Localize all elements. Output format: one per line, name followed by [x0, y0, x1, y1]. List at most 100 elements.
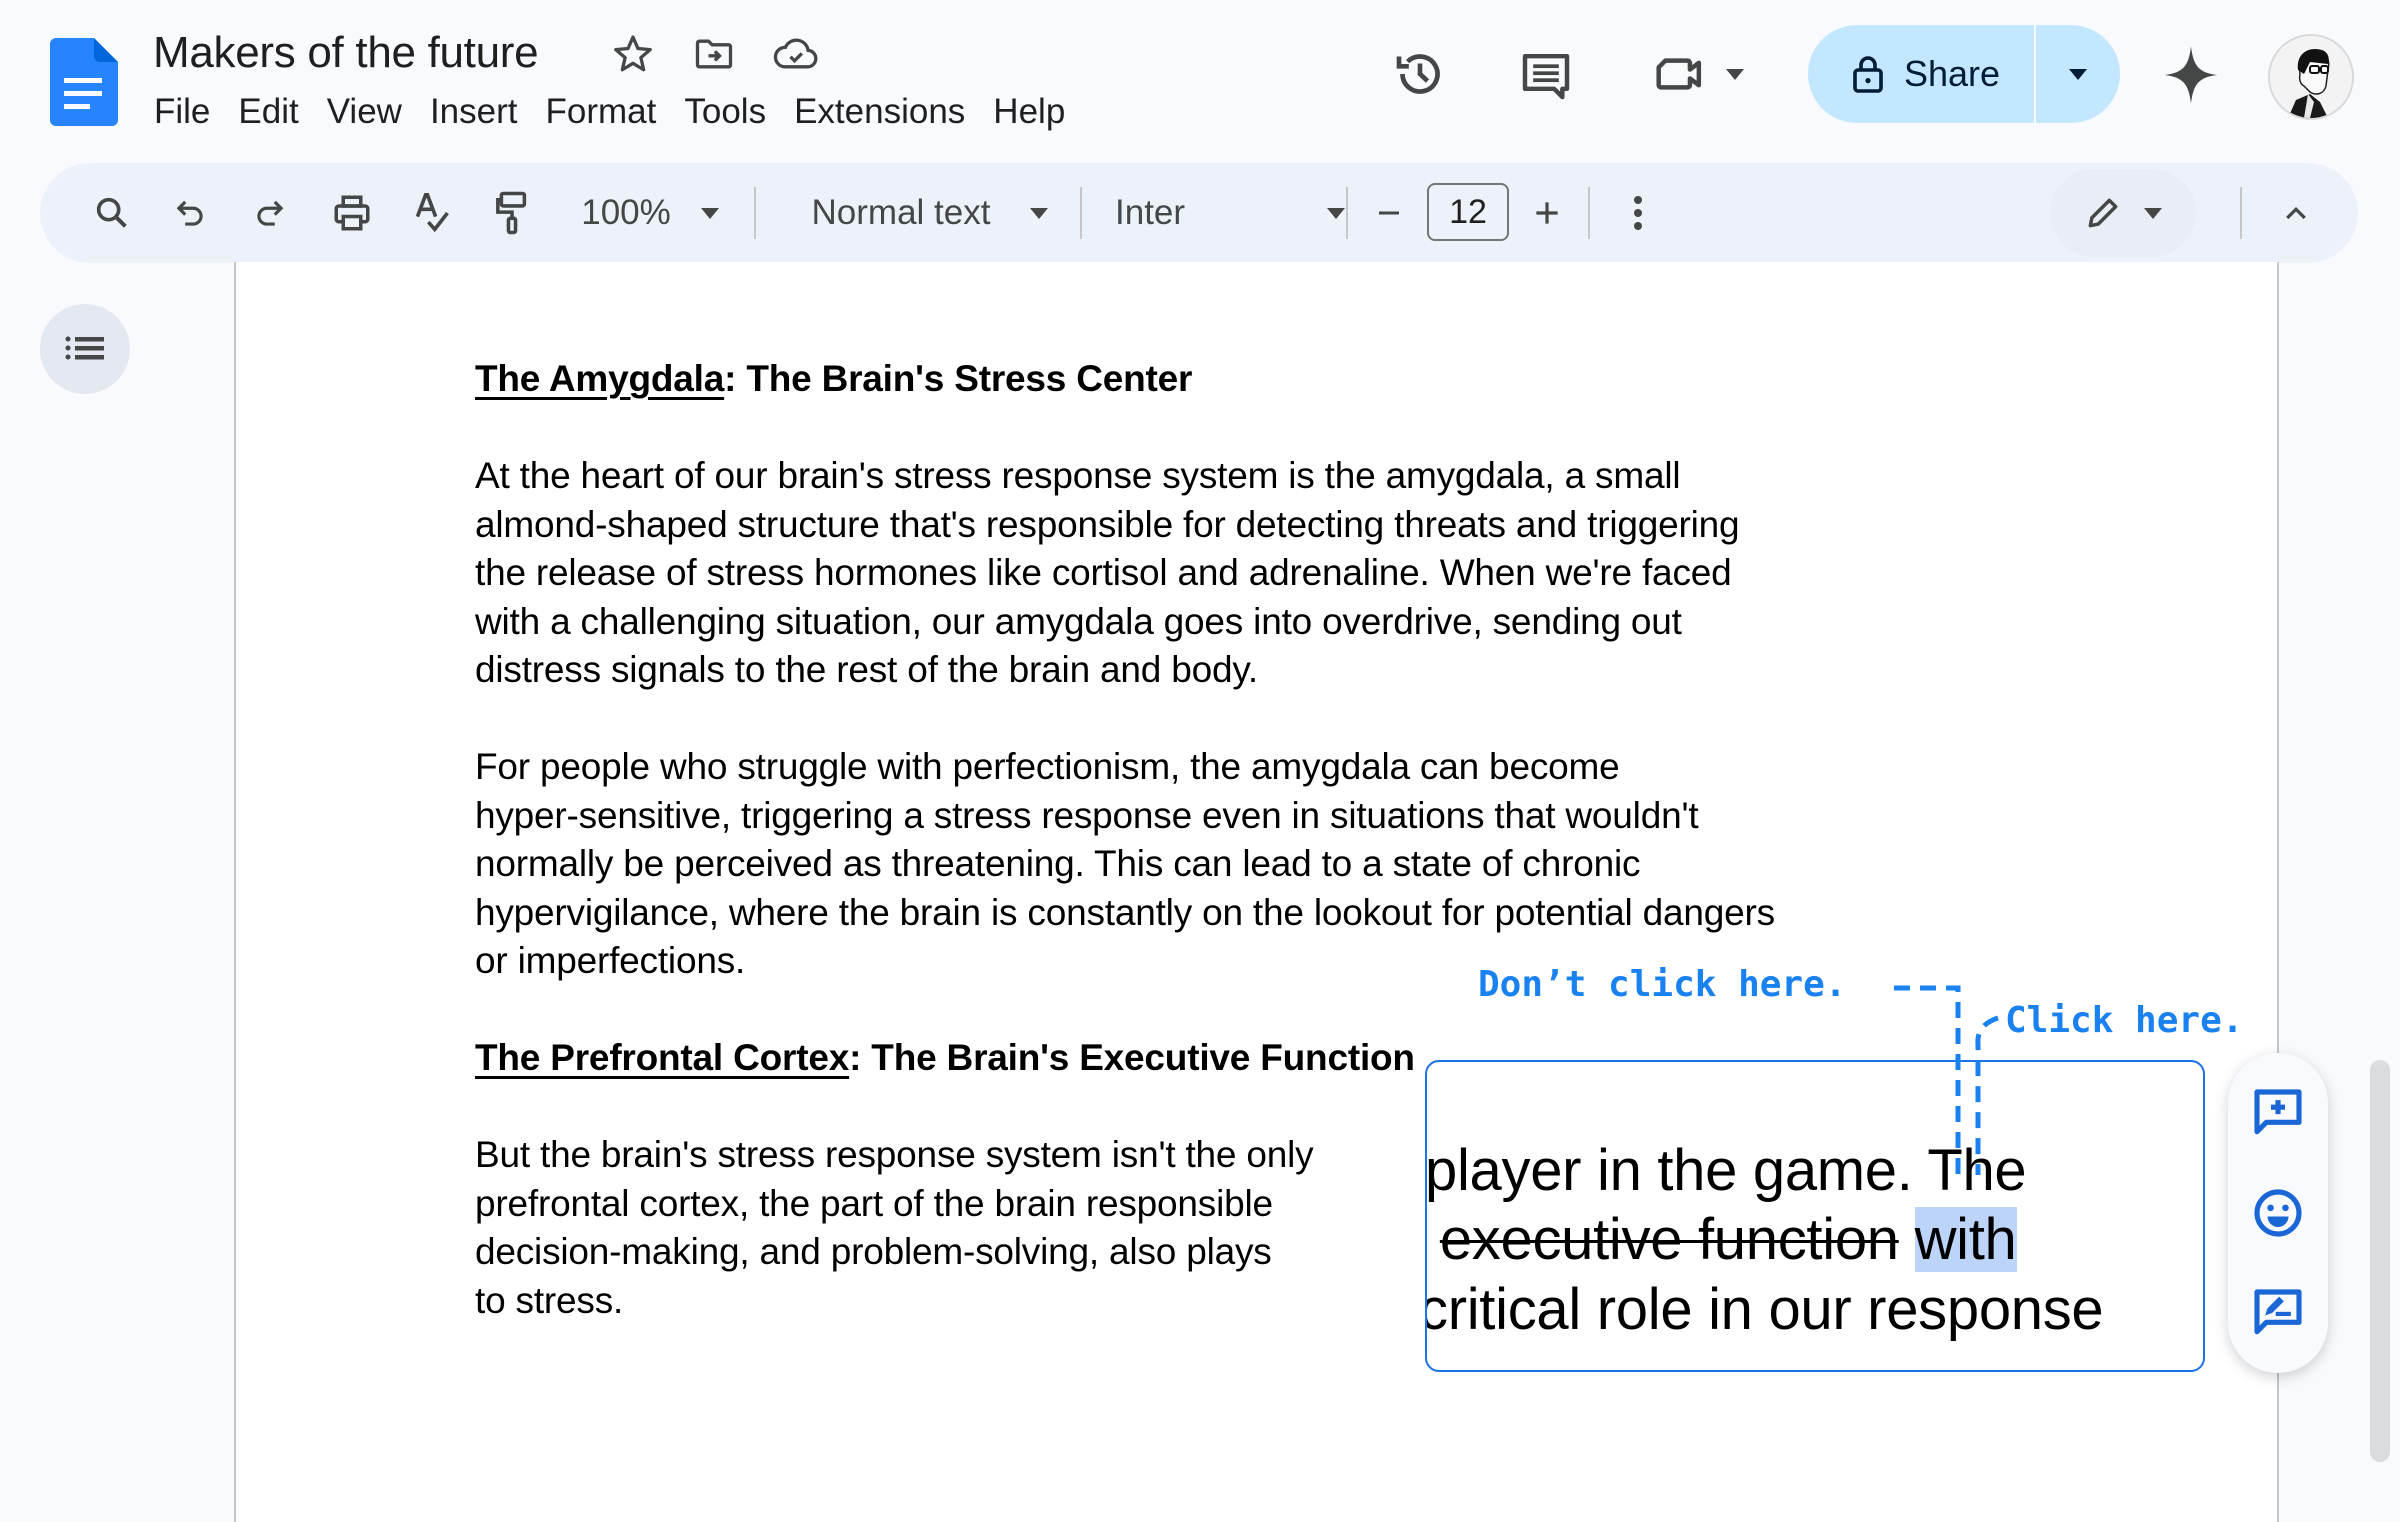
menu-bar: File Edit View Insert Format Tools Exten… — [140, 88, 1079, 136]
meet-button[interactable] — [1652, 46, 1744, 102]
paint-format-button[interactable] — [482, 163, 542, 263]
share-label: Share — [1904, 53, 2001, 94]
undo-button[interactable] — [162, 163, 218, 263]
more-options-button[interactable] — [1618, 163, 1658, 263]
text-line: distress signals to the rest of the brai… — [475, 649, 1259, 690]
increase-font-size-button[interactable] — [1524, 163, 1570, 263]
share-options-button[interactable] — [2036, 25, 2120, 123]
emoji-reaction-icon — [2254, 1189, 2302, 1237]
suggest-edits-button[interactable] — [2250, 1285, 2306, 1341]
cloud-saved-icon[interactable] — [772, 32, 818, 76]
paragraph-style-select[interactable]: Normal text — [770, 163, 1090, 263]
menu-file[interactable]: File — [140, 88, 224, 136]
menu-format[interactable]: Format — [532, 88, 671, 136]
add-emoji-reaction-button[interactable] — [2250, 1185, 2306, 1241]
menu-tools[interactable]: Tools — [670, 88, 780, 136]
menu-extensions[interactable]: Extensions — [780, 88, 979, 136]
spellcheck-icon — [415, 193, 449, 233]
toolbar-divider — [1346, 187, 1348, 239]
strikethrough-text: executive function — [1439, 1207, 1899, 1272]
paragraph-1: At the heart of our brain's stress respo… — [475, 452, 1740, 695]
hide-menus-button[interactable] — [2266, 163, 2326, 263]
redo-icon — [257, 200, 284, 226]
text-fragment: r — [1427, 1207, 1440, 1272]
toolbar-divider — [1080, 187, 1082, 239]
scrollbar-thumb[interactable] — [2370, 1060, 2390, 1462]
comments-icon[interactable] — [1518, 48, 1574, 104]
paragraph-3: But the brain's stress response system i… — [475, 1131, 1314, 1325]
dont-click-annotation: Don’t click here. — [1478, 964, 1847, 1005]
toolbar-divider — [754, 187, 756, 239]
text-line: hypervigilance, where the brain is const… — [475, 891, 1775, 933]
chevron-down-icon — [2069, 68, 2087, 80]
chevron-up-icon — [2286, 206, 2306, 220]
font-family-select[interactable]: Inter — [1115, 163, 1355, 263]
lock-icon — [1853, 56, 1883, 93]
text-line: with a challenging situation, our amygda… — [475, 600, 1682, 642]
plus-icon — [1536, 202, 1558, 224]
text-line: hyper-sensitive, triggering a stress res… — [475, 794, 1699, 836]
text-line: At the heart of our brain's stress respo… — [475, 455, 1681, 496]
add-comment-icon — [2254, 1089, 2302, 1135]
pencil-icon — [2088, 198, 2118, 228]
click-here-annotation: Click here. — [2005, 1000, 2244, 1041]
heading-link: The Prefrontal Cortex — [475, 1037, 850, 1078]
chevron-down-icon — [1030, 207, 1049, 219]
minus-icon — [1379, 211, 1399, 215]
decrease-font-size-button[interactable] — [1366, 163, 1412, 263]
document-outline-button[interactable] — [40, 304, 130, 394]
search-icon — [96, 197, 127, 228]
heading-amygdala: The Amygdala: The Brain's Stress Center — [475, 355, 1192, 404]
redo-button[interactable] — [242, 163, 298, 263]
magnified-line-3: critical role in our response — [1425, 1277, 2104, 1342]
menu-help[interactable]: Help — [979, 88, 1079, 136]
menu-view[interactable]: View — [313, 88, 416, 136]
search-menus-button[interactable] — [82, 163, 142, 263]
heading-text: : The Brain's Executive Function — [849, 1037, 1415, 1078]
share-button[interactable]: Share — [1808, 25, 2036, 123]
chevron-down-icon — [2144, 207, 2162, 219]
paragraph-style-value: Normal text — [811, 193, 991, 232]
font-family-value: Inter — [1115, 193, 1186, 232]
text-line: almond-shaped structure that's responsib… — [475, 503, 1740, 545]
spelling-check-button[interactable] — [402, 163, 462, 263]
font-size-input[interactable]: 12 — [1427, 183, 1509, 241]
selected-word[interactable]: with — [1914, 1207, 2017, 1272]
version-history-icon[interactable] — [1392, 46, 1448, 102]
annotation-arrows — [1894, 985, 1999, 1175]
undo-icon — [176, 200, 203, 226]
share-button-group: Share — [1808, 25, 2120, 123]
text-line: normally be perceived as threatening. Th… — [475, 843, 1641, 884]
text-line: For people who struggle with perfectioni… — [475, 746, 1620, 787]
star-icon[interactable] — [611, 32, 655, 76]
text-line: prefrontal cortex, the part of the brain… — [475, 1182, 1273, 1224]
account-avatar[interactable] — [2268, 34, 2354, 120]
editing-mode-button[interactable] — [2050, 169, 2196, 257]
heading-link: The Amygdala — [475, 358, 725, 399]
text-line: the release of stress hormones like cort… — [475, 552, 1732, 593]
move-to-folder-icon[interactable] — [692, 32, 736, 76]
chevron-down-icon — [1726, 68, 1744, 80]
text-line: to stress. — [475, 1279, 624, 1321]
print-icon — [334, 195, 370, 231]
zoom-magnifier-overlay: player in the game. The r executive func… — [1425, 1060, 2205, 1372]
add-comment-button[interactable] — [2250, 1085, 2306, 1141]
menu-insert[interactable]: Insert — [416, 88, 532, 136]
menu-edit[interactable]: Edit — [224, 88, 312, 136]
meet-video-icon — [1656, 58, 1702, 90]
heading-text: : The Brain's Stress Center — [724, 358, 1193, 399]
magnified-line-2: r executive function with — [1427, 1205, 2017, 1275]
text-line: decision-making, and problem-solving, al… — [475, 1231, 1272, 1272]
gemini-sparkle-icon[interactable] — [2162, 44, 2220, 106]
zoom-value: 100% — [581, 193, 671, 232]
print-button[interactable] — [322, 163, 382, 263]
formatting-toolbar: 100% Normal text Inter 12 — [40, 163, 2358, 263]
list-bulleted-icon — [65, 336, 104, 360]
docs-logo-icon[interactable] — [50, 38, 118, 126]
document-title[interactable]: Makers of the future — [153, 28, 539, 78]
more-vert-icon — [1634, 196, 1642, 230]
toolbar-divider — [1588, 187, 1590, 239]
chevron-down-icon — [1327, 207, 1345, 219]
paragraph-2: For people who struggle with perfectioni… — [475, 743, 1775, 986]
zoom-select[interactable]: 100% — [570, 163, 730, 263]
